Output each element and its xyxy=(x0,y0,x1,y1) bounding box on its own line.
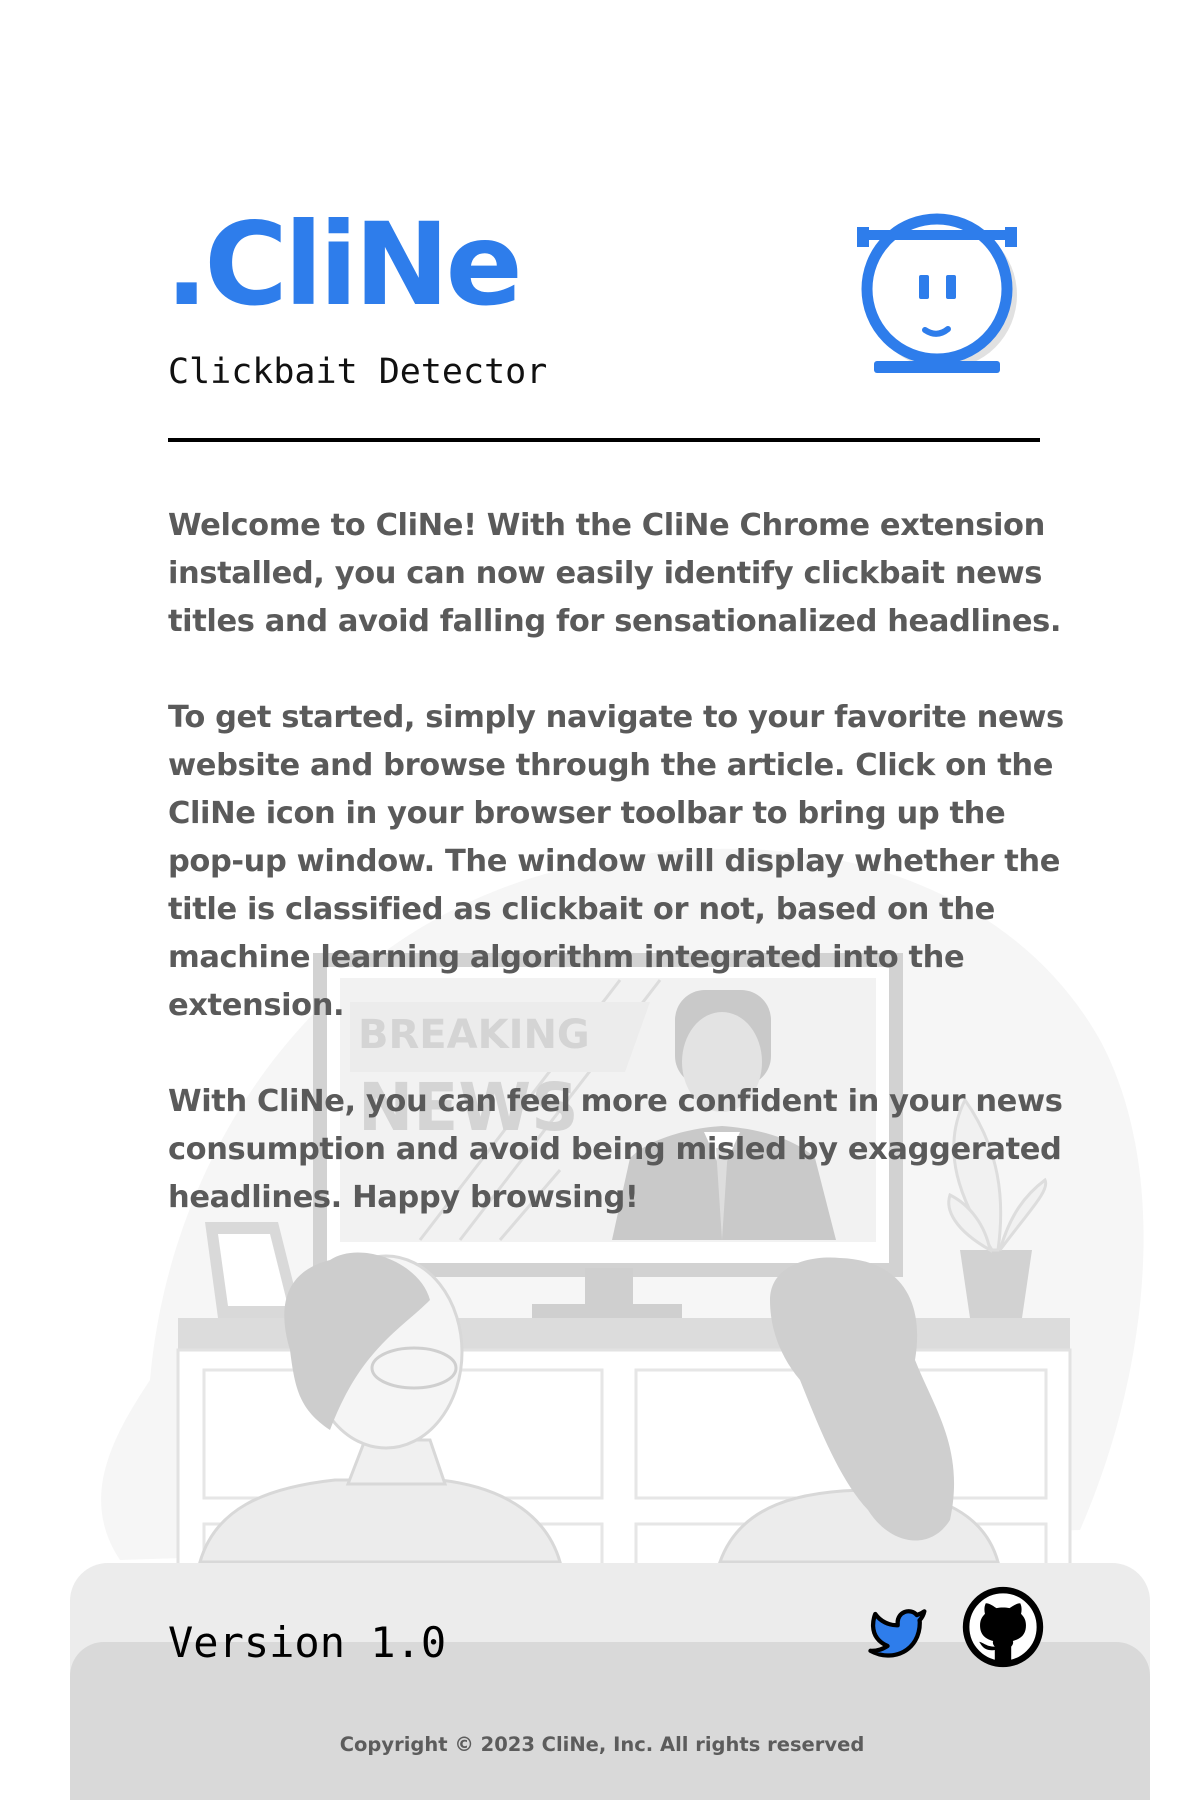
intro-paragraph: Welcome to CliNe! With the CliNe Chrome … xyxy=(168,508,1062,639)
header-divider xyxy=(168,438,1040,442)
twitter-icon[interactable] xyxy=(858,1602,932,1666)
github-icon[interactable] xyxy=(962,1586,1044,1668)
description: Welcome to CliNe! With the CliNe Chrome … xyxy=(168,502,1068,1270)
mascot-logo-icon xyxy=(857,213,1017,373)
instructions-paragraph: To get started, simply navigate to your … xyxy=(168,700,1064,1023)
copyright-text: Copyright © 2023 CliNe, Inc. All rights … xyxy=(339,1733,865,1756)
brand-title: .CliNe xyxy=(165,198,523,331)
page: BREAKING NEWS .CliNe Clickbait Detector … xyxy=(0,0,1200,1800)
brand-subtitle: Clickbait Detector xyxy=(168,352,548,392)
version-label: Version 1.0 xyxy=(168,1618,447,1667)
closing-paragraph: With CliNe, you can feel more confident … xyxy=(168,1084,1063,1215)
